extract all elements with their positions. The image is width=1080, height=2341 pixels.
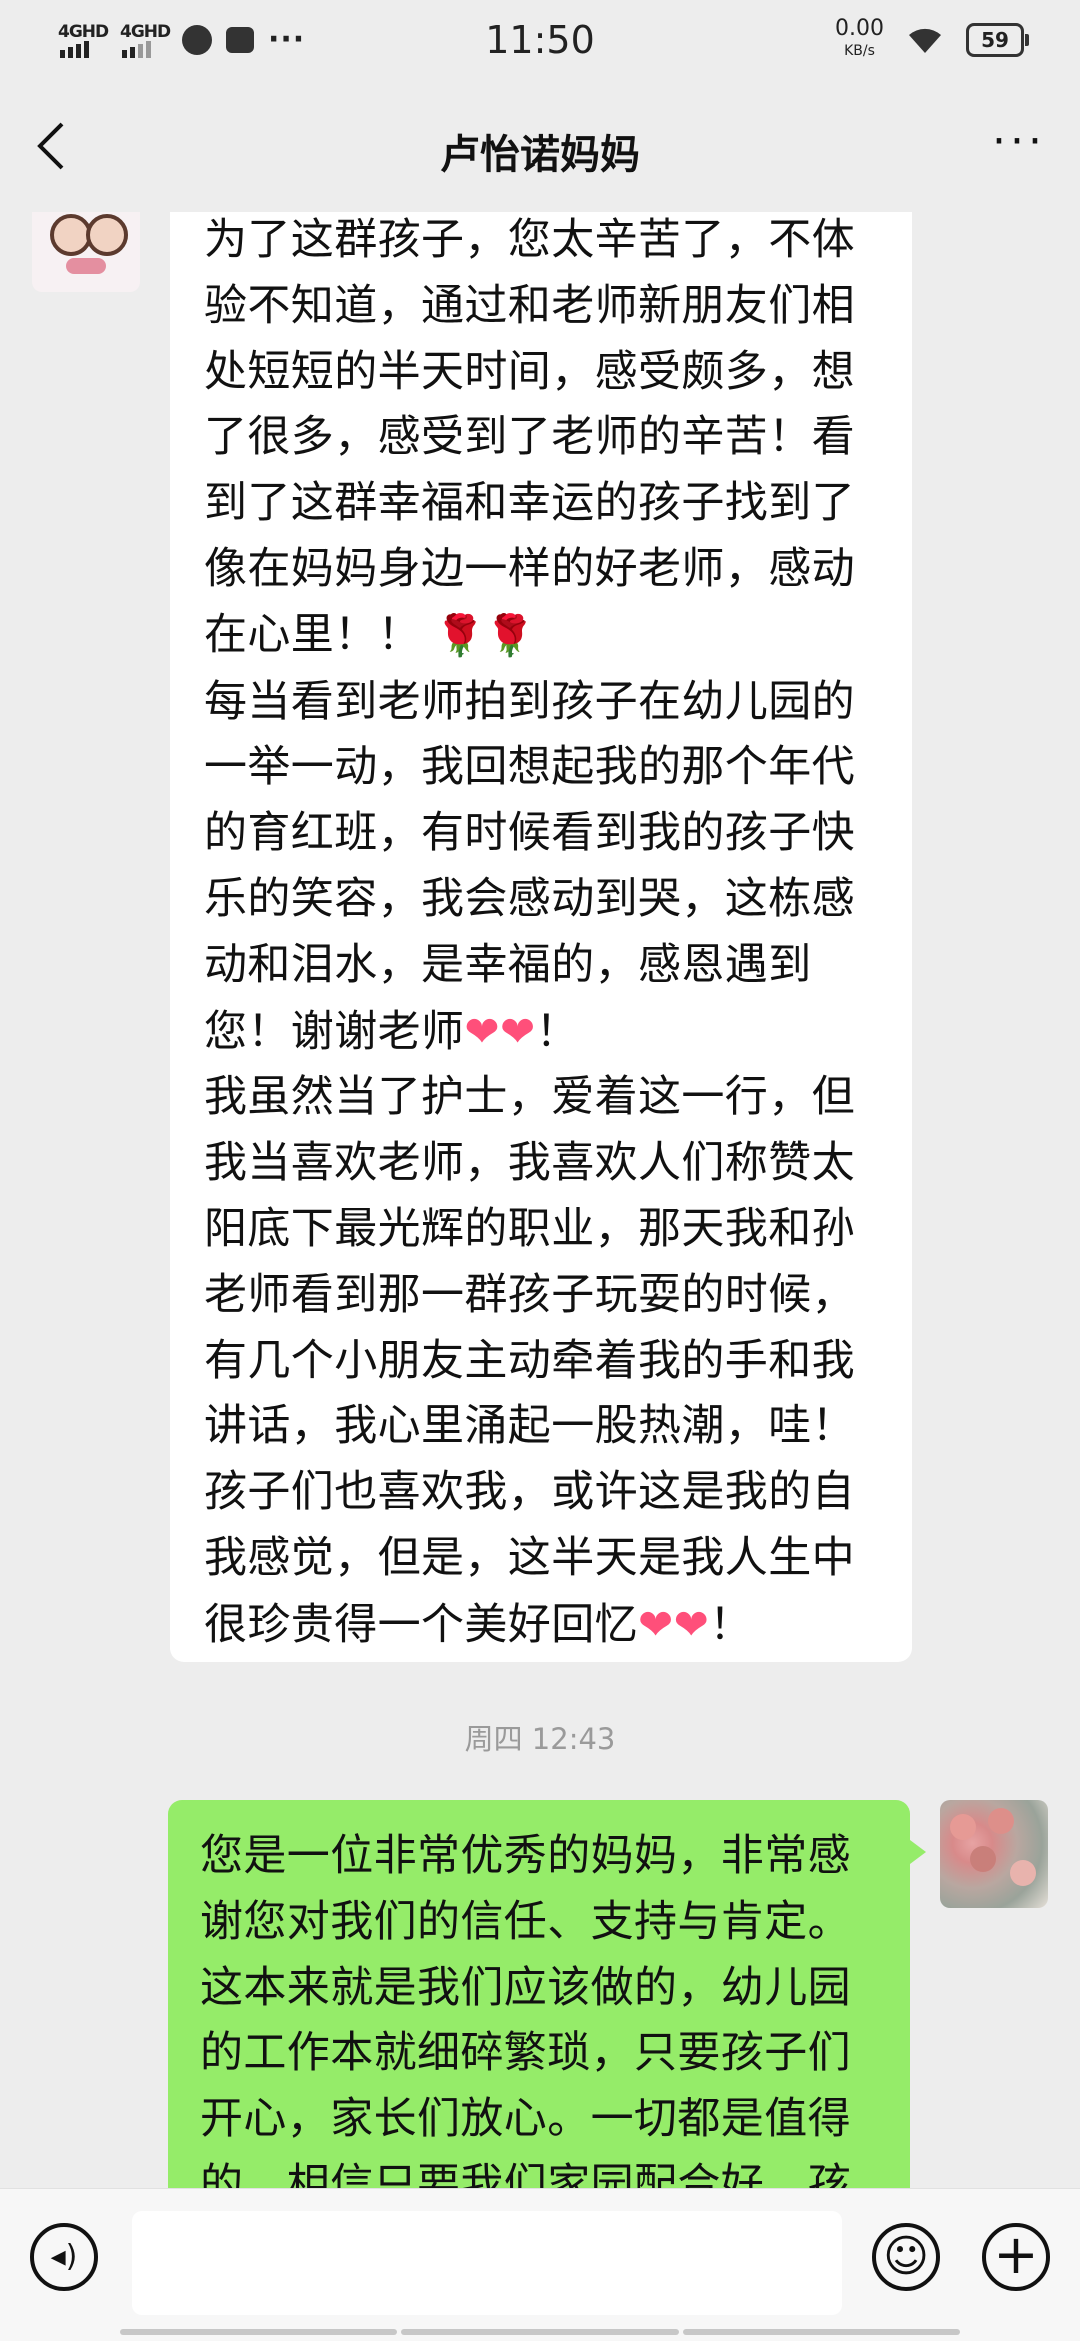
heart-emoji-icon: ❤❤ — [638, 1599, 710, 1649]
battery-level: 59 — [981, 28, 1009, 52]
status-right: 0.00 KB/s 59 — [835, 18, 1029, 62]
voice-icon[interactable]: ◂) — [30, 2223, 98, 2291]
network-speed-value: 0.00 — [835, 16, 884, 41]
plus-icon[interactable]: + — [982, 2223, 1050, 2291]
contact-avatar[interactable] — [32, 212, 140, 292]
message-paragraph-2: 每当看到老师拍到孩子在幼儿园的一举一动，我回想起我的那个年代的育红班，有时候看到… — [204, 670, 880, 1066]
paragraph-3-text: 我虽然当了护士，爱着这一行，但我当喜欢老师，我喜欢人们称赞太阳底下最光辉的职业，… — [204, 1072, 855, 1650]
battery-icon: 59 — [966, 23, 1029, 57]
paragraph-3-end: ！ — [709, 1599, 753, 1650]
message-paragraph-1: 为了这群孩子，您太辛苦了，不体验不知道，通过和老师新朋友们相处短短的半天时间，感… — [204, 212, 880, 670]
rose-emoji-icon: 🌹🌹 — [435, 612, 536, 659]
more-options-icon[interactable]: ··· — [992, 116, 1046, 167]
emoji-icon[interactable]: ☺ — [872, 2223, 940, 2291]
message-paragraph-3: 我虽然当了护士，爱着这一行，但我当喜欢老师，我喜欢人们称赞太阳底下最光辉的职业，… — [204, 1065, 880, 1658]
paragraph-1-text: 为了这群孩子，您太辛苦了，不体验不知道，通过和老师新朋友们相处短短的半天时间，感… — [204, 215, 855, 660]
outgoing-message-bubble[interactable]: 您是一位非常优秀的妈妈，非常感谢您对我们的信任、支持与肯定。这本来就是我们应该做… — [168, 1800, 926, 2188]
chat-messages[interactable]: 为了这群孩子，您太辛苦了，不体验不知道，通过和老师新朋友们相处短短的半天时间，感… — [0, 212, 1080, 2188]
message-timestamp: 周四 12:43 — [464, 1722, 616, 1756]
status-bar: 4GHD 4GHD ··· 11:50 0.00 KB/s 59 — [0, 0, 1080, 86]
chat-header: 卢怡诺妈妈 ··· — [0, 86, 1080, 212]
incoming-message-bubble[interactable]: 为了这群孩子，您太辛苦了，不体验不知道，通过和老师新朋友们相处短短的半天时间，感… — [170, 212, 912, 1662]
outgoing-message-text: 您是一位非常优秀的妈妈，非常感谢您对我们的信任、支持与肯定。这本来就是我们应该做… — [200, 1831, 851, 2188]
wifi-icon — [909, 28, 941, 53]
gesture-bar — [120, 2329, 960, 2335]
chat-title: 卢怡诺妈妈 — [440, 132, 640, 178]
input-bar: ◂) ☺ + — [0, 2188, 1080, 2341]
network-speed: 0.00 KB/s — [835, 18, 884, 62]
incoming-message-text: 为了这群孩子，您太辛苦了，不体验不知道，通过和老师新朋友们相处短短的半天时间，感… — [204, 212, 880, 1659]
network-speed-unit: KB/s — [844, 43, 875, 59]
paragraph-2-text: 每当看到老师拍到孩子在幼儿园的一举一动，我回想起我的那个年代的育红班，有时候看到… — [204, 676, 855, 1057]
message-input[interactable] — [132, 2211, 842, 2315]
heart-emoji-icon: ❤❤ — [464, 1006, 536, 1056]
my-avatar[interactable] — [940, 1800, 1048, 1908]
paragraph-2-end: ！ — [535, 1006, 579, 1057]
